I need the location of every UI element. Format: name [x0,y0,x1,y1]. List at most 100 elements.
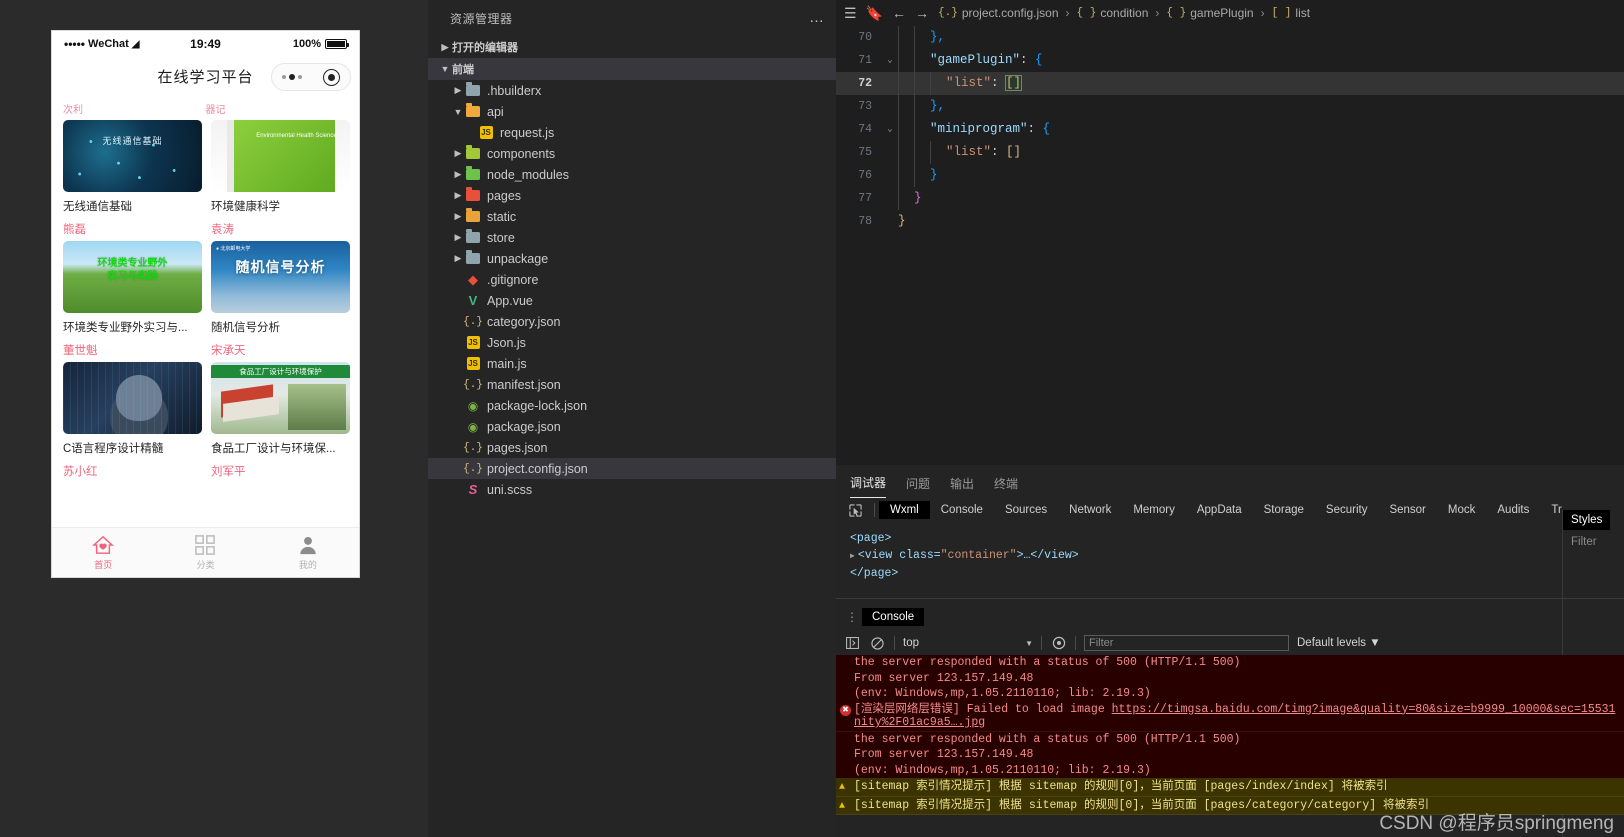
course-card[interactable]: C语言程序设计精髓 苏小红 [63,362,202,479]
more-dots-icon[interactable] [282,74,303,80]
devtools-tab[interactable]: Network [1058,501,1122,519]
chevron-down-icon[interactable]: ▼ [451,107,465,117]
console-error-row[interactable]: (env: Windows,mp,1.05.2110110; lib: 2.19… [836,762,1624,778]
dom-line[interactable]: ▶ <view class="container">…</view> [850,547,1624,565]
console-error-row[interactable]: From server 123.157.149.48 [836,747,1624,763]
devtools-tab[interactable]: Sources [994,501,1058,519]
devtools-panel-tab[interactable]: 终端 [994,475,1018,498]
console-error-row[interactable]: the server responded with a status of 50… [836,655,1624,671]
devtools-panel-tab[interactable]: 问题 [906,475,930,498]
devtools-tab[interactable]: Wxml [879,501,930,519]
course-card[interactable]: 食品工厂设计与环境保护 食品工厂设计与环境保... 刘军平 [211,362,350,479]
chevron-right-icon[interactable]: ▶ [451,85,465,96]
course-thumbnail[interactable]: Environmental Health Science [211,120,350,192]
file-tree-item[interactable]: ◉ package-lock.json [428,395,836,416]
bookmark-icon[interactable]: 🔖 [866,5,883,22]
styles-filter-input[interactable]: Filter [1563,530,1624,554]
explorer-section-workspace[interactable]: ▼ 前端 [428,58,836,80]
console-warning-row[interactable]: ▲ [sitemap 索引情况提示] 根据 sitemap 的规则[0]，当前页面… [836,778,1624,797]
dom-line[interactable]: <page> [850,530,1624,547]
breadcrumb-segment[interactable]: { } gamePlugin [1166,6,1253,20]
course-thumbnail[interactable]: 环境类专业野外 实习与实践 [63,241,202,313]
file-tree-item[interactable]: {.} project.config.json [428,458,836,479]
explorer-more-icon[interactable]: … [809,10,824,25]
devtools-tab[interactable]: Security [1315,501,1379,519]
devtools-tab[interactable]: Sensor [1378,501,1436,519]
file-tree-item[interactable]: JS Json.js [428,332,836,353]
tab-category[interactable]: 分类 [154,528,256,577]
file-tree-item[interactable]: ◉ package.json [428,416,836,437]
devtools-tab[interactable]: AppData [1186,501,1253,519]
code-line[interactable]: 77} [836,187,1624,210]
devtools-tab[interactable]: Audits [1486,501,1540,519]
console-warning-row[interactable]: ▲ [sitemap 索引情况提示] 根据 sitemap 的规则[0]，当前页面… [836,796,1624,815]
chevron-right-icon[interactable]: ▶ [451,211,465,222]
console-message-list[interactable]: the server responded with a status of 50… [836,655,1624,837]
file-tree-item[interactable]: ◆ .gitignore [428,269,836,290]
devtools-tab[interactable]: Mock [1437,501,1486,519]
breadcrumb-segment[interactable]: [ ] list [1272,6,1310,20]
devtools-panel-tab[interactable]: 输出 [950,475,974,498]
devtools-tab[interactable]: Memory [1122,501,1186,519]
kebab-menu-icon[interactable]: ⋮ [846,611,858,623]
close-target-icon[interactable] [322,68,340,86]
chevron-right-icon[interactable]: ▶ [850,552,855,561]
course-card[interactable]: Environmental Health Science 环境健康科学 袁涛 [211,120,350,237]
dom-line[interactable]: </page> [850,565,1624,582]
chevron-right-icon[interactable]: ▶ [451,148,465,159]
clear-console-icon[interactable] [869,635,886,652]
file-tree-item[interactable]: {.} category.json [428,311,836,332]
devtools-panel-tab[interactable]: 调试器 [850,474,887,498]
chevron-right-icon[interactable]: ▶ [451,253,465,264]
chevron-right-icon[interactable]: ▶ [451,169,465,180]
tab-console[interactable]: Console [862,608,925,626]
code-line[interactable]: 72 "list": [] [836,72,1624,95]
sidebar-toggle-icon[interactable] [844,635,861,652]
devtools-tab[interactable]: Console [930,501,994,519]
course-card[interactable]: 环境类专业野外 实习与实践 环境类专业野外实习与... 董世魁 [63,241,202,358]
breadcrumb-segment[interactable]: {.} project.config.json [938,6,1059,20]
console-settings-eye-icon[interactable] [1050,635,1067,652]
file-tree-item[interactable]: ▶ unpackage [428,248,836,269]
fold-chevron-icon[interactable]: ⌄ [882,118,898,141]
code-lines[interactable]: 70}, 71 ⌄ "gamePlugin": {72 "list": [] 73}, 74… [836,26,1624,233]
console-link-cont[interactable]: nity%2F01ac9a5….jpg [854,716,985,729]
file-tree-item[interactable]: V App.vue [428,290,836,311]
back-icon[interactable]: ← [892,5,906,21]
devtools-tab[interactable]: Storage [1253,501,1315,519]
course-thumbnail[interactable] [63,120,202,192]
file-tree-item[interactable]: ▶ store [428,227,836,248]
code-line[interactable]: 75 "list": [] [836,141,1624,164]
file-tree-item[interactable]: ▶ pages [428,185,836,206]
inspect-cursor-icon[interactable] [844,501,866,519]
hamburger-icon[interactable]: ☰ [844,5,857,22]
chevron-right-icon[interactable]: ▶ [451,232,465,243]
chevron-right-icon[interactable]: ▶ [451,190,465,201]
console-levels-dropdown[interactable]: Default levels ▼ [1297,637,1381,649]
console-link[interactable]: https://timgsa.baidu.com/timg?image&qual… [1112,703,1616,716]
capsule-button[interactable] [271,63,351,91]
console-error-row[interactable]: (env: Windows,mp,1.05.2110110; lib: 2.19… [836,686,1624,702]
breadcrumb-segment[interactable]: { } condition [1077,6,1149,20]
course-card[interactable]: ● 北京邮电大学 随机信号分析 随机信号分析 宋承天 [211,241,350,358]
file-tree-item[interactable]: ▼ api [428,101,836,122]
course-card[interactable]: 无线通信基础 熊磊 [63,120,202,237]
explorer-section-open-editors[interactable]: ▶ 打开的编辑器 [428,36,836,58]
console-error-row[interactable]: ✖ [渲染层网络层错误] Failed to load image https:/… [836,701,1624,732]
course-thumbnail[interactable]: ● 北京邮电大学 随机信号分析 [211,241,350,313]
console-error-row[interactable]: the server responded with a status of 50… [836,731,1624,747]
file-tree-item[interactable]: ▶ components [428,143,836,164]
file-tree-item[interactable]: ▶ static [428,206,836,227]
file-tree-item[interactable]: {.} manifest.json [428,374,836,395]
tab-profile[interactable]: 我的 [257,528,359,577]
code-line[interactable]: 76} [836,164,1624,187]
course-thumbnail[interactable] [63,362,202,434]
code-line[interactable]: 71 ⌄ "gamePlugin": { [836,49,1624,72]
file-tree-item[interactable]: ▶ node_modules [428,164,836,185]
file-tree-item[interactable]: ▶ .hbuilderx [428,80,836,101]
code-line[interactable]: 73}, [836,95,1624,118]
forward-icon[interactable]: → [915,5,929,21]
fold-chevron-icon[interactable]: ⌄ [882,49,898,72]
wxml-dom-tree[interactable]: <page> ▶ <view class="container">…</view>… [836,522,1624,582]
console-context-selector[interactable]: top ▼ [903,637,1033,649]
